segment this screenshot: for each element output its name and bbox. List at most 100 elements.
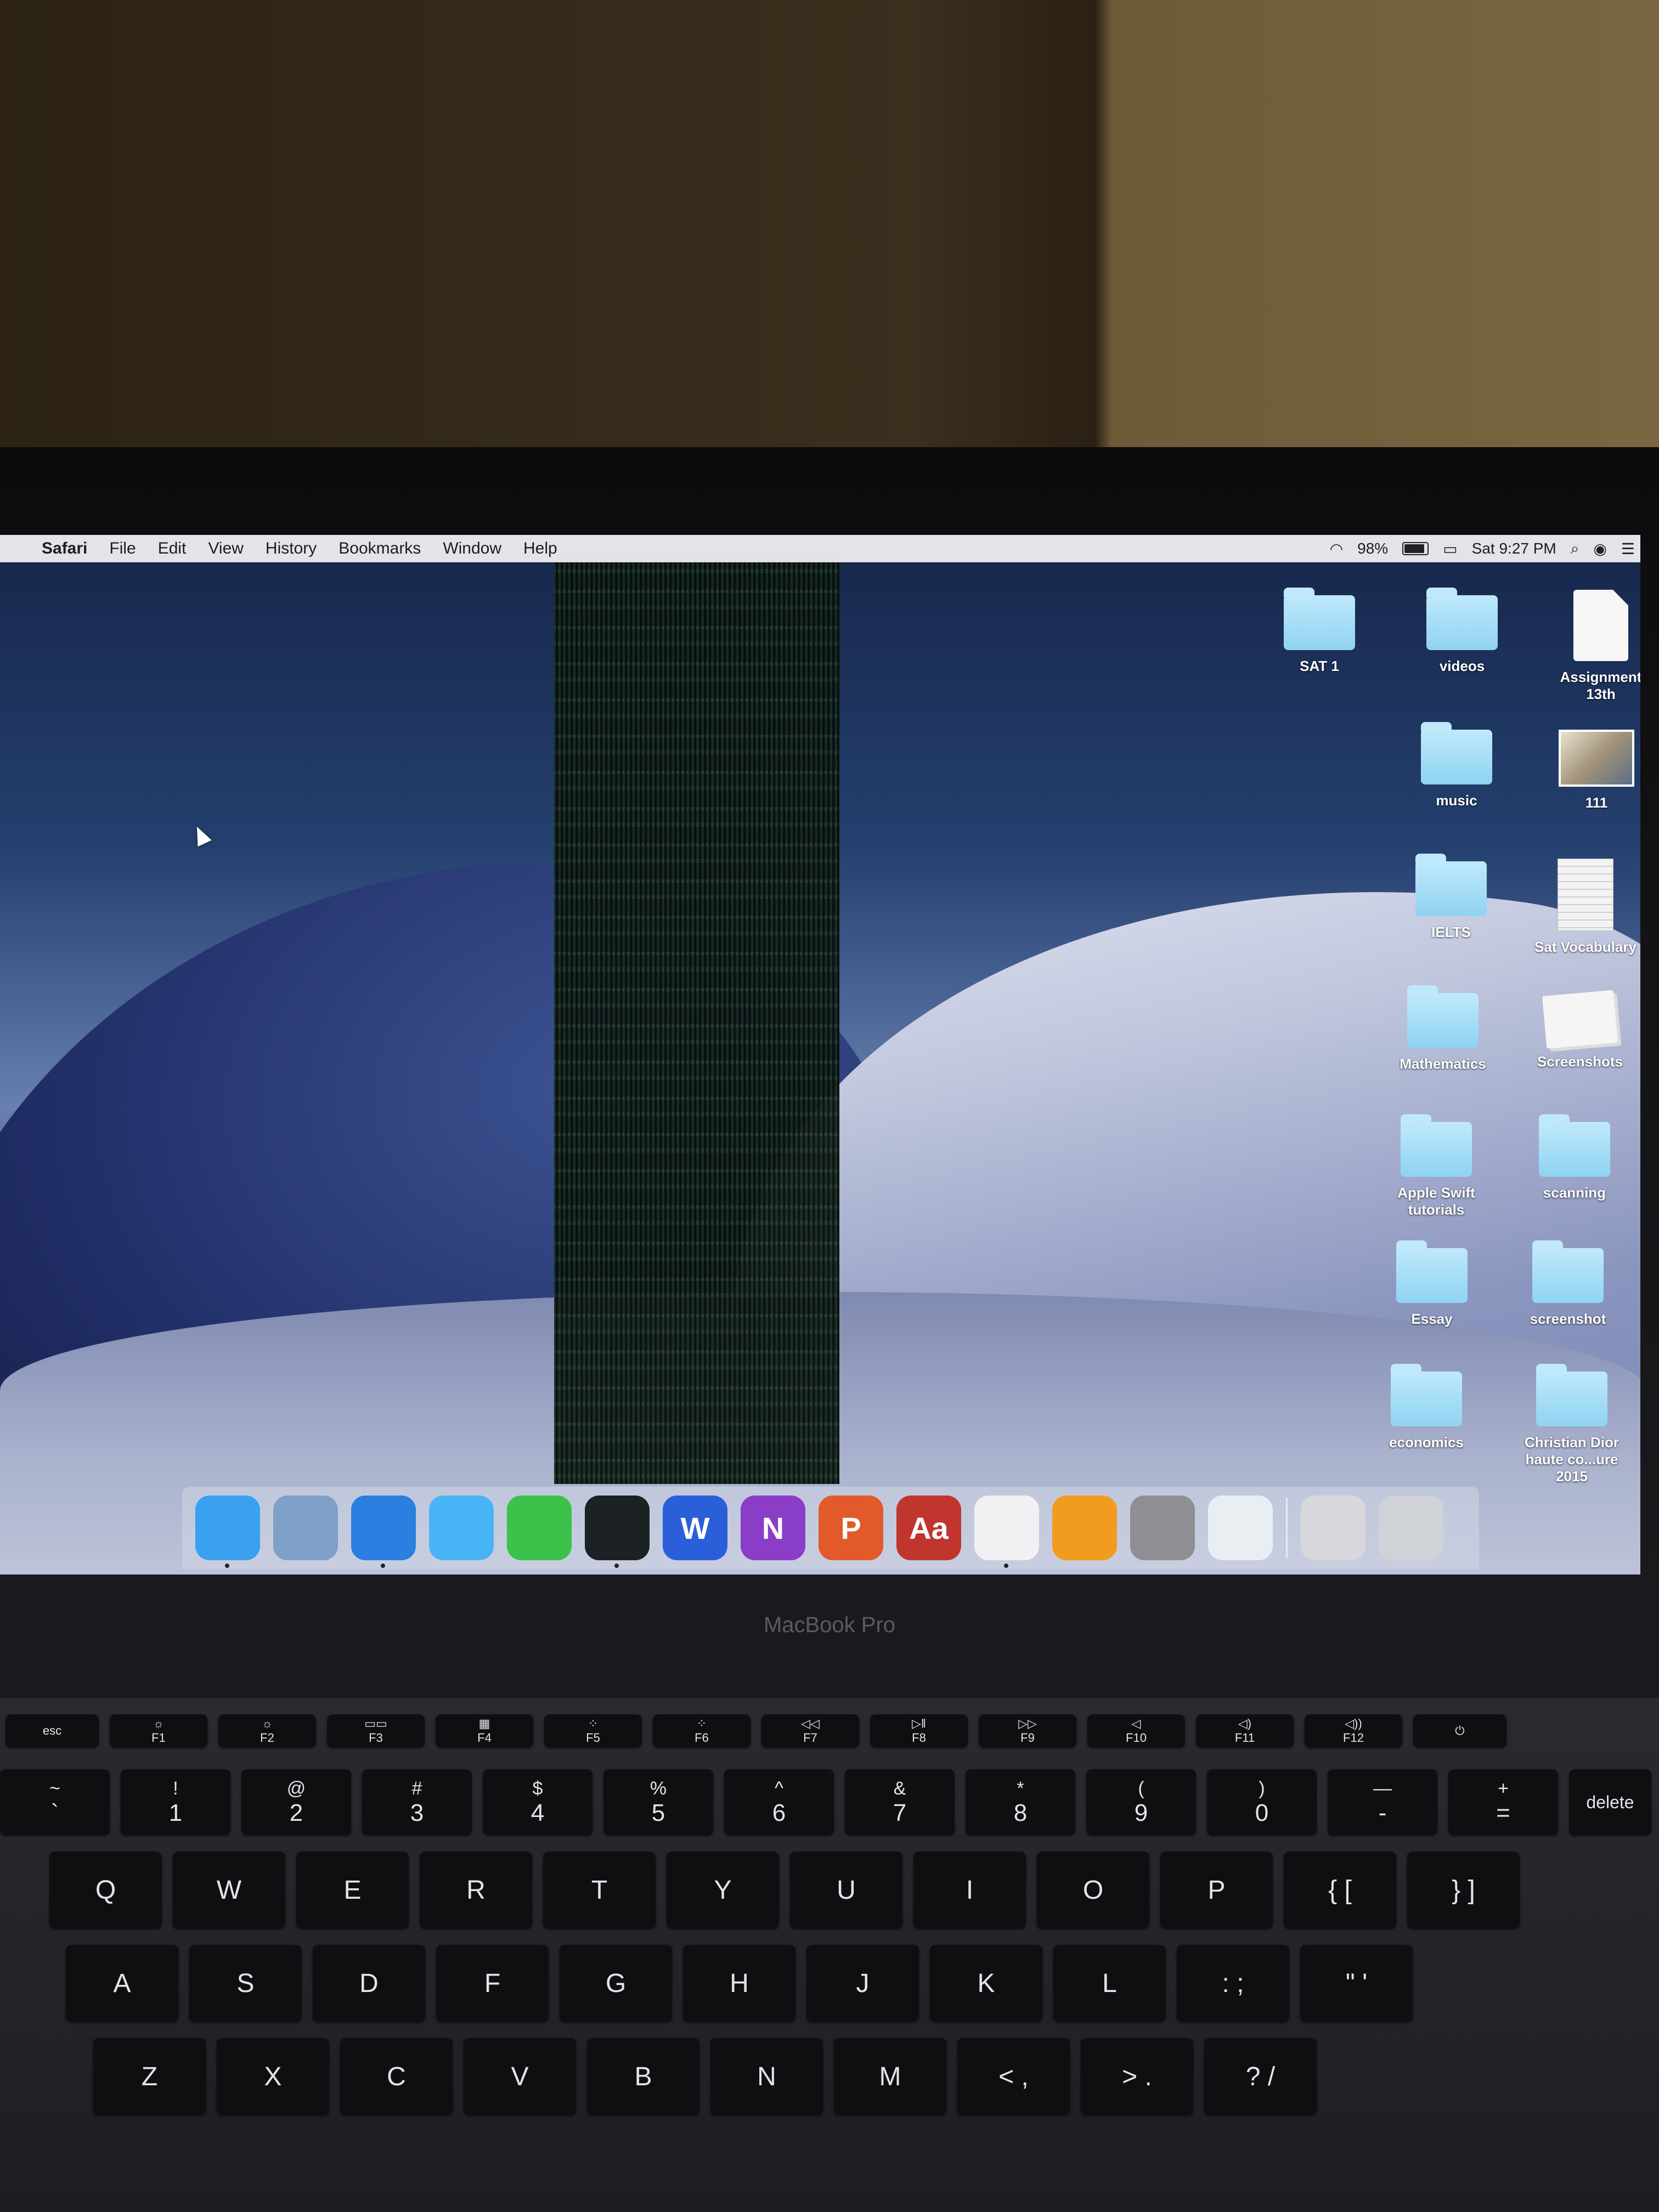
word-icon[interactable]: W xyxy=(663,1496,727,1560)
key-f12[interactable]: ◁)) F12 xyxy=(1305,1714,1402,1747)
finder-icon[interactable] xyxy=(195,1496,260,1568)
key-row_z-9[interactable]: ? / xyxy=(1204,2038,1317,2115)
system-preferences-icon[interactable] xyxy=(1130,1496,1195,1560)
itunes-icon[interactable] xyxy=(974,1496,1039,1568)
key-row_a-10[interactable]: " ' xyxy=(1300,1945,1413,2022)
key-power[interactable]: ⏻ xyxy=(1413,1714,1506,1747)
key-row_a-4[interactable]: G xyxy=(560,1945,672,2022)
key-f6[interactable]: ⁘ F6 xyxy=(653,1714,751,1747)
battery-percent[interactable]: 98% xyxy=(1357,540,1388,557)
wifi-icon[interactable]: ◠ xyxy=(1330,540,1343,558)
key-1[interactable]: ! 1 xyxy=(121,1769,230,1835)
menu-clock[interactable]: Sat 9:27 PM xyxy=(1472,540,1556,557)
desktop-icon-sat1[interactable]: SAT 1 xyxy=(1265,588,1374,675)
key-f9[interactable]: ▷▷ F9 xyxy=(979,1714,1076,1747)
menu-help[interactable]: Help xyxy=(523,539,557,558)
desktop-icon-economics[interactable]: economics xyxy=(1372,1364,1481,1451)
desktop-icon-ielts[interactable]: IELTS xyxy=(1396,854,1506,941)
downloads-stack-icon[interactable] xyxy=(1301,1496,1365,1560)
key-5[interactable]: % 5 xyxy=(603,1769,713,1835)
key-7[interactable]: & 7 xyxy=(845,1769,955,1835)
key-row_a-1[interactable]: S xyxy=(189,1945,302,2022)
key-row_z-7[interactable]: < , xyxy=(957,2038,1070,2115)
key-row_q-8[interactable]: O xyxy=(1037,1852,1149,1928)
key-9[interactable]: (9 xyxy=(1086,1769,1196,1835)
display-mirror-icon[interactable]: ▭ xyxy=(1443,540,1457,558)
spotlight-search-icon[interactable]: ⌕ xyxy=(1571,540,1579,558)
key-6[interactable]: ^ 6 xyxy=(724,1769,834,1835)
mail-icon[interactable] xyxy=(273,1496,338,1560)
key-row_a-5[interactable]: H xyxy=(683,1945,795,2022)
key-row_a-6[interactable]: J xyxy=(806,1945,919,2022)
desktop-icon-scanning[interactable]: scanning xyxy=(1520,1114,1629,1201)
key-3[interactable]: #3 xyxy=(362,1769,472,1835)
messages-icon[interactable] xyxy=(429,1496,494,1560)
key-row_q-3[interactable]: R xyxy=(420,1852,532,1928)
menu-file[interactable]: File xyxy=(109,539,136,558)
desktop-icon-111[interactable]: 111 xyxy=(1542,730,1640,811)
key-8[interactable]: * 8 xyxy=(966,1769,1075,1835)
key-row_z-6[interactable]: M xyxy=(834,2038,946,2115)
menu-edit[interactable]: Edit xyxy=(158,539,187,558)
key-f1[interactable]: ☼ F1 xyxy=(110,1714,207,1747)
desktop-icon-essay[interactable]: Essay xyxy=(1377,1240,1487,1328)
key-f4[interactable]: ▦ F4 xyxy=(436,1714,533,1747)
key-f11[interactable]: ◁) F11 xyxy=(1196,1714,1294,1747)
key-f8[interactable]: ▷‖ F8 xyxy=(870,1714,968,1747)
key-row_q-5[interactable]: Y xyxy=(667,1852,779,1928)
safari-icon[interactable] xyxy=(351,1496,416,1568)
stethoscope-icon[interactable] xyxy=(1208,1496,1273,1560)
key-row_a-9[interactable]: : ; xyxy=(1177,1945,1289,2022)
key-row_z-2[interactable]: C xyxy=(340,2038,453,2115)
key-f10[interactable]: ◁ F10 xyxy=(1087,1714,1185,1747)
key-row_z-0[interactable]: Z xyxy=(93,2038,206,2115)
ibooks-icon[interactable] xyxy=(1052,1496,1117,1560)
key-row_z-4[interactable]: B xyxy=(587,2038,699,2115)
key-row_a-3[interactable]: F xyxy=(436,1945,549,2022)
key-row_z-8[interactable]: > . xyxy=(1081,2038,1193,2115)
key-row_q-7[interactable]: I xyxy=(913,1852,1026,1928)
key-f5[interactable]: ⁘ F5 xyxy=(544,1714,642,1747)
key-10[interactable]: ) 0 xyxy=(1207,1769,1317,1835)
facetime-icon[interactable] xyxy=(507,1496,572,1560)
desktop-icon-screenshots[interactable]: Screenshots xyxy=(1525,990,1635,1070)
key-row_q-4[interactable]: T xyxy=(543,1852,656,1928)
key-f7[interactable]: ◁◁ F7 xyxy=(761,1714,859,1747)
key-row_a-7[interactable]: K xyxy=(930,1945,1042,2022)
desktop-icon-christian-dior[interactable]: Christian Dior haute co...ure 2015 xyxy=(1509,1364,1635,1485)
key-11[interactable]: — - xyxy=(1328,1769,1437,1835)
desktop-icon-sat-vocabulary[interactable]: Sat Vocabulary xyxy=(1531,859,1640,956)
trash-icon[interactable] xyxy=(1379,1496,1443,1560)
desktop-icon-assignment[interactable]: Assignment 13th xyxy=(1546,590,1640,703)
menu-window[interactable]: Window xyxy=(443,539,501,558)
key-row_q-9[interactable]: P xyxy=(1160,1852,1273,1928)
key-2[interactable]: @2 xyxy=(241,1769,351,1835)
key-row_a-8[interactable]: L xyxy=(1053,1945,1166,2022)
key-row_a-0[interactable]: A xyxy=(66,1945,178,2022)
key-f2[interactable]: ☼ F2 xyxy=(218,1714,316,1747)
desktop-icon-music[interactable]: music xyxy=(1402,722,1511,809)
key-0[interactable]: ~ ` xyxy=(0,1769,110,1835)
desktop-icon-mathematics[interactable]: Mathematics xyxy=(1388,985,1498,1073)
menu-app-name[interactable]: Safari xyxy=(42,539,87,558)
key-row_q-6[interactable]: U xyxy=(790,1852,902,1928)
key-row_q-2[interactable]: E xyxy=(296,1852,409,1928)
key-f3[interactable]: ▭▭ F3 xyxy=(327,1714,425,1747)
key-12[interactable]: + = xyxy=(1448,1769,1558,1835)
menu-bookmarks[interactable]: Bookmarks xyxy=(338,539,421,558)
activity-monitor-icon[interactable] xyxy=(585,1496,650,1568)
desktop-icon-videos[interactable]: videos xyxy=(1407,588,1517,675)
key-row_z-3[interactable]: V xyxy=(464,2038,576,2115)
notification-center-icon[interactable]: ☰ xyxy=(1621,540,1635,558)
key-esc[interactable]: esc xyxy=(5,1714,99,1747)
desktop-icon-apple-swift[interactable]: Apple Swift tutorials xyxy=(1381,1114,1491,1218)
key-row_z-1[interactable]: X xyxy=(217,2038,329,2115)
key-4[interactable]: $4 xyxy=(483,1769,592,1835)
key-row_q-1[interactable]: W xyxy=(173,1852,285,1928)
key-row_z-5[interactable]: N xyxy=(710,2038,823,2115)
powerpoint-icon[interactable]: P xyxy=(819,1496,883,1560)
key-row_q-10[interactable]: { [ xyxy=(1284,1852,1396,1928)
battery-icon[interactable] xyxy=(1402,542,1429,555)
key-row_q-0[interactable]: Q xyxy=(49,1852,162,1928)
dictionary-icon[interactable]: Aa xyxy=(896,1496,961,1560)
